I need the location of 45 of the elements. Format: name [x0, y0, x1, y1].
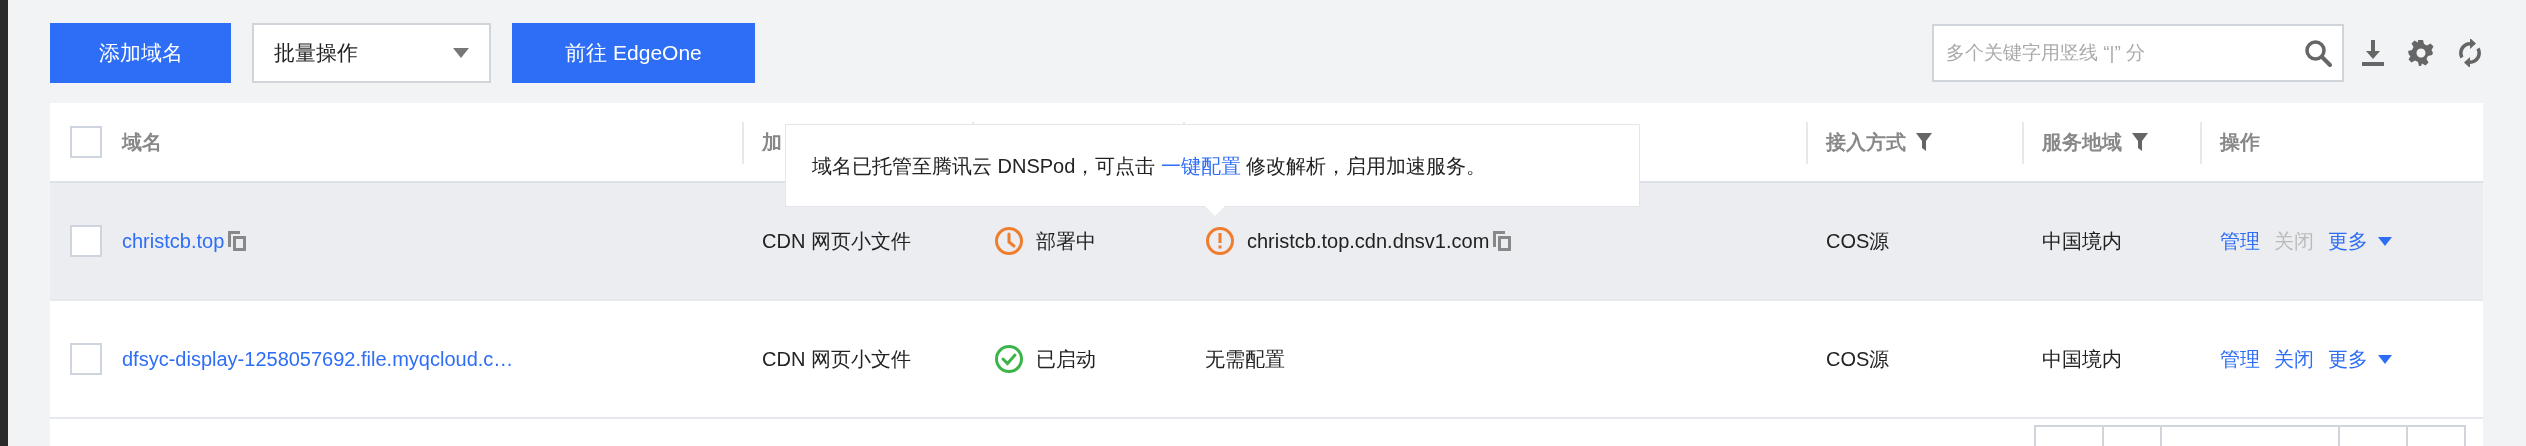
checkbox[interactable] [70, 126, 102, 158]
table-cell: 中国境内 [2042, 348, 2122, 370]
copy-icon[interactable] [1493, 231, 1512, 251]
table-cell: COS源 [1826, 230, 1890, 252]
action-link[interactable]: 管理 [2220, 344, 2260, 374]
domain-link[interactable]: dfsyc-display-1258057692.file.myqcloud.c… [122, 344, 514, 374]
clock-icon [994, 226, 1024, 256]
table-cell: 中国境内 [2042, 230, 2122, 252]
bulk-action-select[interactable]: 批量操作 [252, 23, 491, 83]
search-field[interactable]: 多个关键字用竖线 “|” 分 [1932, 24, 2344, 82]
table-cell-text: 无需配置 [1205, 347, 1285, 372]
column-header: 接入方式 [1826, 130, 1906, 155]
domain-link[interactable]: christcb.top [122, 226, 225, 256]
copy-icon[interactable] [228, 231, 247, 251]
caret-icon [2378, 236, 2392, 246]
settings-icon[interactable] [2408, 40, 2434, 66]
check-circle-icon [994, 344, 1024, 374]
caret-icon [2378, 354, 2392, 364]
more-link[interactable]: 更多 [2328, 344, 2392, 374]
tooltip-text: 域名已托管至腾讯云 DNSPod，可点击 一键配置 修改解析，启用加速服务。 [812, 153, 1487, 179]
column-header: 操作 [2220, 130, 2260, 155]
status-text: 已启动 [1036, 347, 1096, 372]
table-cell: COS源 [1826, 348, 1890, 370]
action-link[interactable]: 关闭 [2274, 344, 2314, 374]
refresh-icon[interactable] [2457, 39, 2483, 67]
table-cell: CDN 网页小文件 [762, 348, 911, 370]
filter-icon[interactable] [2132, 133, 2148, 151]
column-header: 服务地域 [2042, 130, 2122, 155]
column-header: 域名 [122, 130, 162, 155]
checkbox[interactable] [70, 225, 102, 257]
add-domain-button[interactable]: 添加域名 [50, 23, 231, 83]
download-icon[interactable] [2362, 40, 2384, 66]
filter-icon[interactable] [1916, 133, 1932, 151]
action-link[interactable]: 管理 [2220, 226, 2260, 256]
table-cell-text: christcb.top.cdn.dnsv1.com [1247, 229, 1490, 254]
checkbox[interactable] [70, 343, 102, 375]
one-click-config-link[interactable]: 一键配置 [1160, 154, 1241, 177]
edgeone-button[interactable]: 前往 EdgeOne [512, 23, 755, 83]
table-cell: CDN 网页小文件 [762, 230, 911, 252]
status-text: 部署中 [1036, 229, 1096, 254]
search-icon[interactable] [2304, 39, 2332, 67]
column-header: 加 [762, 130, 782, 155]
more-link[interactable]: 更多 [2328, 226, 2392, 256]
warning-icon [1205, 226, 1235, 256]
caret-icon [453, 48, 469, 58]
